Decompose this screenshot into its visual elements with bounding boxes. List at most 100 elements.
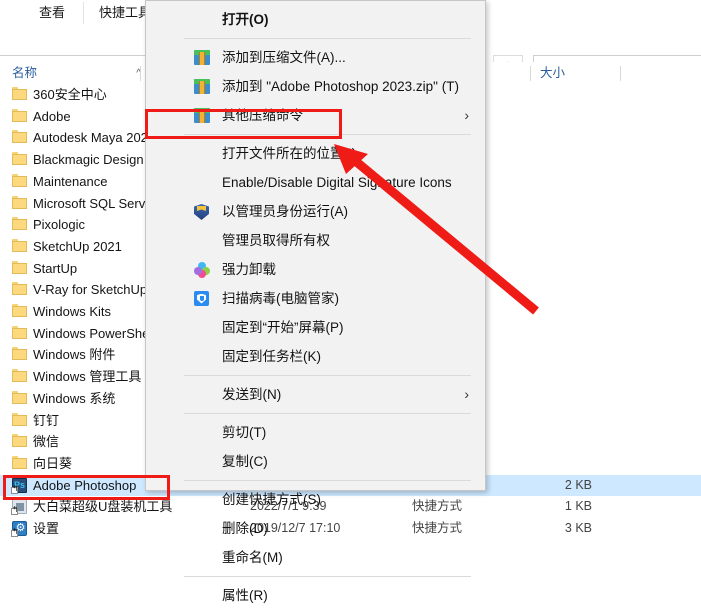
menu-item[interactable]: 删除(D)	[147, 514, 486, 543]
file-size	[500, 431, 592, 452]
menu-separator	[184, 375, 471, 376]
file-size	[500, 106, 592, 127]
file-size: 3 KB	[564, 521, 592, 535]
column-divider-3[interactable]	[530, 66, 531, 81]
file-icon-wrap	[12, 87, 27, 101]
file-size	[500, 236, 592, 257]
file-icon-wrap	[12, 434, 27, 448]
menu-item[interactable]: 固定到“开始”屏幕(P)	[147, 313, 486, 342]
menu-item[interactable]: 打开文件所在的位置(I)	[147, 139, 486, 168]
file-size	[500, 171, 592, 192]
file-size	[500, 453, 592, 474]
folder-icon	[12, 325, 27, 339]
file-size	[500, 410, 592, 431]
settings-shortcut-icon	[11, 521, 28, 537]
file-size	[500, 149, 592, 170]
column-divider-4[interactable]	[620, 66, 621, 81]
file-name: V-Ray for SketchUp	[33, 282, 148, 298]
file-icon-wrap	[12, 347, 27, 361]
file-icon-wrap	[12, 108, 27, 123]
folder-icon	[12, 434, 27, 448]
menu-item-label: 打开文件所在的位置(I)	[222, 146, 357, 161]
menu-item-label: 重命名(M)	[222, 550, 283, 565]
menu-item[interactable]: 剪切(T)	[147, 418, 486, 447]
folder-icon	[12, 152, 27, 166]
menu-separator	[184, 576, 471, 577]
menu-item-icon	[194, 50, 210, 66]
folder-icon	[12, 108, 27, 122]
menu-item[interactable]: 创建快捷方式(S)	[147, 485, 486, 514]
menu-item-icon	[194, 291, 210, 307]
menu-item[interactable]: 强力卸载	[147, 255, 486, 284]
file-icon-wrap	[12, 195, 27, 210]
file-size	[500, 366, 592, 387]
folder-icon	[12, 304, 27, 317]
qq-shield-icon	[194, 291, 209, 306]
file-size	[500, 388, 592, 409]
file-size	[500, 301, 592, 322]
file-name: Microsoft SQL Serv	[33, 195, 146, 211]
folder-icon	[12, 390, 27, 404]
file-name: Pixologic	[33, 217, 86, 233]
menu-item-label: 剪切(T)	[222, 425, 267, 440]
folder-icon	[12, 260, 27, 274]
file-size	[500, 323, 592, 344]
winrar-icon	[194, 50, 210, 65]
winrar-icon	[194, 79, 210, 94]
file-icon-wrap	[12, 217, 27, 231]
file-size	[500, 193, 592, 214]
folder-icon	[12, 87, 27, 100]
file-icon-wrap	[12, 304, 27, 318]
file-icon-wrap	[12, 390, 27, 405]
menu-separator	[184, 480, 471, 481]
file-icon-wrap	[11, 521, 28, 537]
folder-icon	[12, 455, 27, 469]
file-size	[500, 127, 592, 148]
file-size	[500, 84, 592, 105]
menu-item[interactable]: Enable/Disable Digital Signature Icons	[147, 168, 486, 197]
column-header-size[interactable]: 大小	[540, 62, 565, 85]
menu-item[interactable]: 管理员取得所有权	[147, 226, 486, 255]
menu-item-label: 以管理员身份运行(A)	[222, 204, 348, 219]
folder-icon	[12, 130, 27, 144]
file-size: 1 KB	[564, 499, 592, 514]
file-name: 向日葵	[33, 455, 73, 471]
column-divider-1[interactable]	[140, 66, 141, 81]
tab-view[interactable]: 查看	[22, 0, 82, 26]
menu-item[interactable]: 复制(C)	[147, 447, 486, 476]
file-icon-wrap	[12, 455, 27, 470]
menu-item[interactable]: 重命名(M)	[147, 543, 486, 572]
file-name: 钉钉	[33, 412, 60, 428]
menu-item-label: Enable/Disable Digital Signature Icons	[222, 175, 452, 190]
file-icon-wrap	[12, 130, 27, 144]
file-icon-wrap	[12, 173, 27, 188]
folder-icon	[12, 173, 27, 187]
folder-icon	[12, 217, 27, 231]
menu-item-label: 复制(C)	[222, 454, 268, 469]
file-icon-wrap	[12, 412, 27, 427]
file-name: Adobe	[33, 108, 71, 124]
file-name: Windows 系统	[33, 390, 116, 406]
menu-item[interactable]: 固定到任务栏(K)	[147, 342, 486, 371]
menu-item-label: 发送到(N)	[222, 387, 282, 402]
menu-item[interactable]: 属性(R)	[147, 581, 486, 610]
file-size	[500, 279, 592, 300]
menu-item-label: 打开(O)	[222, 12, 269, 27]
folder-icon	[12, 369, 27, 383]
file-name: StartUp	[33, 260, 78, 276]
file-icon-wrap	[11, 499, 27, 516]
chevron-right-icon: ›	[464, 386, 469, 402]
context-menu[interactable]: 打开(O) 添加到压缩文件(A)... 添加到 "Adobe Photoshop 2…	[145, 0, 486, 603]
menu-item[interactable]: 添加到 "Adobe Photoshop 2023.zip" (T)	[147, 72, 486, 101]
menu-item[interactable]: 打开(O)	[147, 5, 486, 34]
menu-item[interactable]: 以管理员身份运行(A)	[147, 197, 486, 226]
generic-shortcut-icon	[11, 499, 27, 516]
folder-icon	[12, 282, 27, 296]
column-header-name[interactable]: 名称	[12, 62, 37, 85]
menu-item-label: 扫描病毒(电脑管家)	[222, 291, 339, 306]
menu-item-label: 添加到 "Adobe Photoshop 2023.zip" (T)	[222, 79, 459, 94]
menu-item-label: 添加到压缩文件(A)...	[222, 50, 346, 65]
menu-item[interactable]: 添加到压缩文件(A)...	[147, 43, 486, 72]
menu-item[interactable]: 扫描病毒(电脑管家)	[147, 284, 486, 313]
menu-item[interactable]: 发送到(N) ›	[147, 380, 486, 409]
